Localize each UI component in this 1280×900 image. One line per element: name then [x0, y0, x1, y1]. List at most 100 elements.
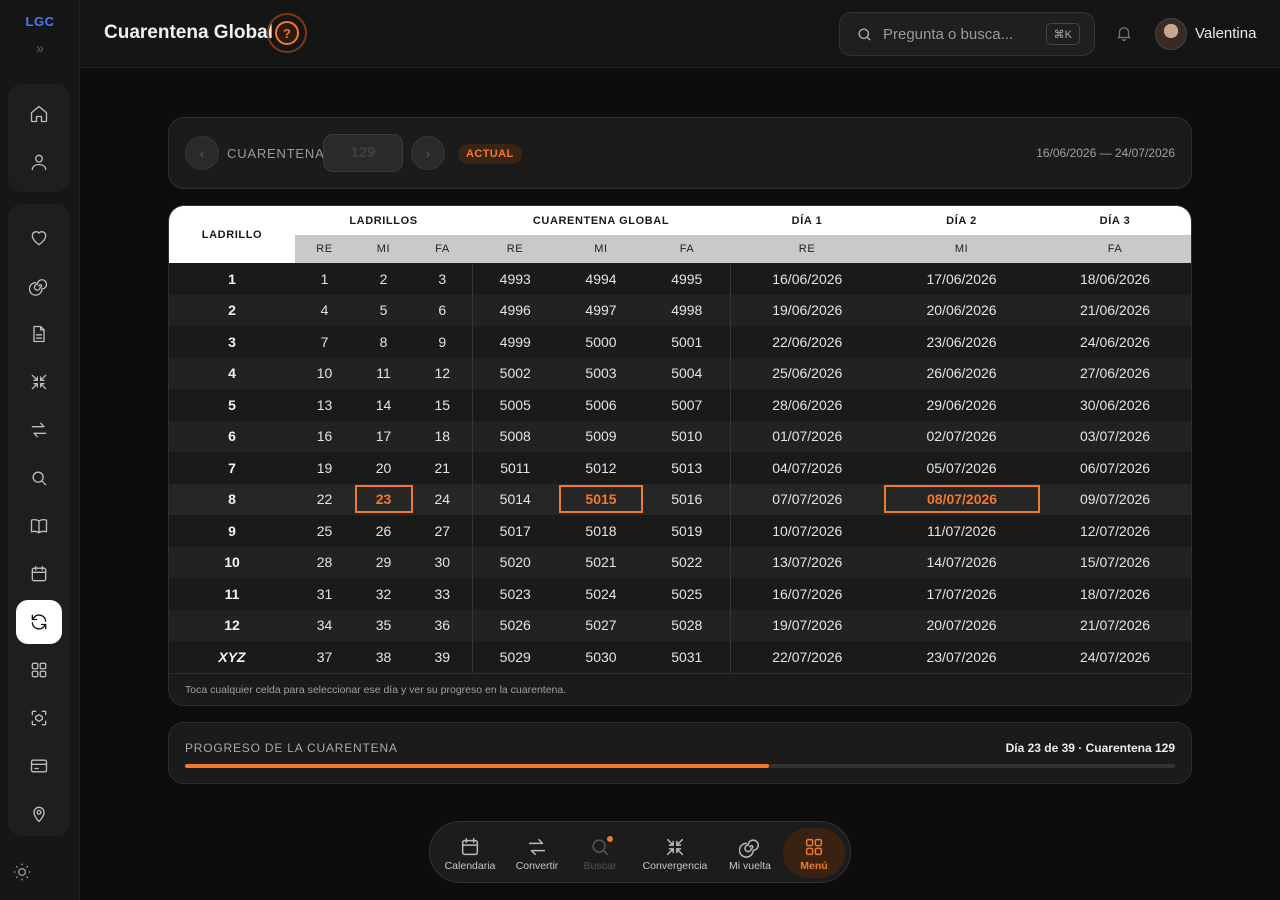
table-cell[interactable]: 5020 [471, 546, 558, 578]
table-cell[interactable]: 38 [354, 641, 413, 673]
table-cell[interactable]: 26 [354, 515, 413, 547]
table-cell[interactable]: 31 [295, 578, 354, 610]
selected-cell-value[interactable]: 5015 [559, 485, 643, 514]
table-row[interactable]: 11 31 32 33 5023 5024 5025 16/07/2026 17/07/2026… [169, 578, 1191, 610]
table-cell[interactable]: 37 [295, 641, 354, 673]
table-cell[interactable]: 15/07/2026 [1039, 546, 1191, 578]
dock-mi-vuelta[interactable]: Mi vuelta [715, 828, 785, 878]
table-cell[interactable]: 4997 [558, 294, 644, 326]
table-cell[interactable]: 27 [413, 515, 472, 547]
spiral-icon[interactable] [16, 264, 62, 308]
table-cell[interactable]: 5023 [471, 578, 558, 610]
table-row[interactable]: 6 16 17 18 5008 5009 5010 01/07/2026 02/07/2026 0… [169, 420, 1191, 452]
table-cell[interactable]: 03/07/2026 [1039, 420, 1191, 452]
table-cell[interactable]: 08/07/2026 [884, 483, 1041, 515]
table-cell[interactable]: 25/06/2026 [729, 357, 885, 389]
table-cell[interactable]: 20 [354, 452, 413, 484]
table-cell[interactable]: 4998 [644, 294, 731, 326]
table-cell[interactable]: 4993 [471, 263, 558, 295]
table-cell[interactable]: 14 [354, 389, 413, 421]
table-cell[interactable]: 5001 [644, 326, 731, 358]
table-cell[interactable]: 35 [354, 609, 413, 641]
table-cell[interactable]: 23 [354, 483, 413, 515]
table-cell[interactable]: 05/07/2026 [884, 452, 1040, 484]
help-icon[interactable]: ? [267, 13, 307, 53]
table-cell[interactable]: 5024 [558, 578, 644, 610]
card-icon[interactable] [16, 744, 62, 788]
table-cell[interactable]: 21 [413, 452, 472, 484]
table-cell[interactable]: 5004 [644, 357, 731, 389]
table-cell[interactable]: 16 [295, 420, 354, 452]
dock-convergencia[interactable]: Convergencia [640, 828, 710, 878]
user-icon[interactable] [16, 140, 62, 184]
table-cell[interactable]: 21/06/2026 [1039, 294, 1191, 326]
table-cell[interactable]: 4995 [644, 263, 731, 295]
table-cell[interactable]: 11/07/2026 [884, 515, 1040, 547]
table-row[interactable]: 12 34 35 36 5026 5027 5028 19/07/2026 20/07/2026… [169, 609, 1191, 641]
table-cell[interactable]: 02/07/2026 [884, 420, 1040, 452]
table-cell[interactable]: 18/06/2026 [1039, 263, 1191, 295]
table-cell[interactable]: 5021 [558, 546, 644, 578]
table-cell[interactable]: 22/06/2026 [729, 326, 885, 358]
table-cell[interactable]: 34 [295, 609, 354, 641]
table-cell[interactable]: 21/07/2026 [1039, 609, 1191, 641]
sun-icon[interactable] [12, 862, 32, 882]
double-chevron-right-icon[interactable]: » [0, 40, 80, 56]
location-icon[interactable] [16, 792, 62, 836]
table-cell[interactable]: 5006 [558, 389, 644, 421]
table-cell[interactable]: 5011 [471, 452, 558, 484]
table-cell[interactable]: 5009 [558, 420, 644, 452]
table-cell[interactable]: 5015 [558, 483, 644, 515]
table-cell[interactable]: 29 [354, 546, 413, 578]
home-icon[interactable] [16, 92, 62, 136]
table-cell[interactable]: 10/07/2026 [729, 515, 885, 547]
table-cell[interactable]: 13/07/2026 [729, 546, 885, 578]
table-cell[interactable]: 29/06/2026 [884, 389, 1040, 421]
table-cell[interactable]: 39 [413, 641, 472, 673]
table-cell[interactable]: 19 [295, 452, 354, 484]
bell-icon[interactable] [1115, 24, 1135, 44]
table-cell[interactable]: 24/07/2026 [1039, 641, 1191, 673]
table-cell[interactable]: 28/06/2026 [729, 389, 885, 421]
dock-buscar[interactable]: Buscar [565, 828, 635, 878]
table-cell[interactable]: 5010 [644, 420, 731, 452]
table-cell[interactable]: 5000 [558, 326, 644, 358]
table-cell[interactable]: 36 [413, 609, 472, 641]
table-cell[interactable]: 28 [295, 546, 354, 578]
table-cell[interactable]: 06/07/2026 [1039, 452, 1191, 484]
table-cell[interactable]: 5030 [558, 641, 644, 673]
table-cell[interactable]: 13 [295, 389, 354, 421]
next-button[interactable]: › [411, 136, 445, 170]
table-cell[interactable]: 5025 [644, 578, 731, 610]
table-cell[interactable]: 20/07/2026 [884, 609, 1040, 641]
table-cell[interactable]: 16/06/2026 [729, 263, 885, 295]
table-cell[interactable]: 5027 [558, 609, 644, 641]
table-cell[interactable]: 1 [295, 263, 354, 295]
table-cell[interactable]: 4999 [471, 326, 558, 358]
heart-icon[interactable] [16, 216, 62, 260]
converge-icon[interactable] [16, 360, 62, 404]
table-cell[interactable]: 5017 [471, 515, 558, 547]
table-cell[interactable]: 32 [354, 578, 413, 610]
table-cell[interactable]: 5013 [644, 452, 731, 484]
table-cell[interactable]: 23/07/2026 [884, 641, 1040, 673]
refresh-icon[interactable] [16, 600, 62, 644]
table-cell[interactable]: 5008 [471, 420, 558, 452]
table-cell[interactable]: 17/06/2026 [884, 263, 1040, 295]
table-cell[interactable]: 04/07/2026 [729, 452, 885, 484]
table-cell[interactable]: 5028 [644, 609, 731, 641]
swap-icon[interactable] [16, 408, 62, 452]
table-cell[interactable]: 8 [354, 326, 413, 358]
table-cell[interactable]: 01/07/2026 [729, 420, 885, 452]
table-cell[interactable]: 3 [413, 263, 472, 295]
table-cell[interactable]: 30 [413, 546, 472, 578]
table-row[interactable]: 10 28 29 30 5020 5021 5022 13/07/2026 14/07/2026… [169, 546, 1191, 578]
table-cell[interactable]: 17 [354, 420, 413, 452]
table-cell[interactable]: 4996 [471, 294, 558, 326]
selected-cell-value[interactable]: 08/07/2026 [884, 485, 1041, 514]
cuarentena-number-input[interactable]: 129 [323, 134, 403, 172]
table-row[interactable]: 9 25 26 27 5017 5018 5019 10/07/2026 11/07/2026 1… [169, 515, 1191, 547]
table-cell[interactable]: 5016 [644, 483, 731, 515]
table-cell[interactable]: 25 [295, 515, 354, 547]
table-cell[interactable]: 33 [413, 578, 472, 610]
